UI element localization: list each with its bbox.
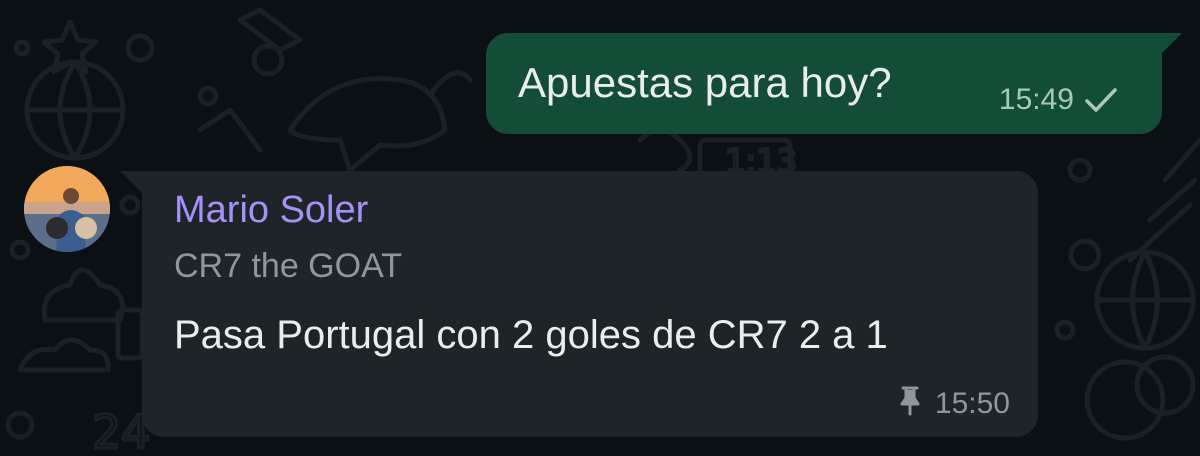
sender-status: CR7 the GOAT bbox=[174, 247, 402, 285]
incoming-message-time: 15:50 bbox=[934, 386, 1010, 420]
incoming-bubble-tail bbox=[120, 171, 142, 193]
sender-avatar[interactable] bbox=[24, 166, 110, 252]
outgoing-bubble-tail bbox=[1160, 33, 1182, 55]
outgoing-message-meta: 15:49 bbox=[999, 83, 1118, 117]
avatar-photo bbox=[24, 166, 110, 252]
outgoing-message-bubble[interactable]: Apuestas para hoy? 15:49 bbox=[486, 33, 1182, 134]
incoming-message-meta: 15:50 bbox=[899, 386, 1010, 421]
single-check-icon bbox=[1084, 86, 1118, 114]
pin-icon bbox=[899, 386, 921, 421]
sender-name[interactable]: Mario Soler bbox=[174, 189, 368, 232]
incoming-message-text: Pasa Portugal con 2 goles de CR7 2 a 1 bbox=[174, 313, 888, 357]
incoming-message-bubble[interactable]: Mario Soler CR7 the GOAT Pasa Portugal c… bbox=[120, 171, 1038, 437]
outgoing-message-text: Apuestas para hoy? bbox=[518, 59, 892, 106]
outgoing-message-time: 15:49 bbox=[998, 83, 1074, 116]
